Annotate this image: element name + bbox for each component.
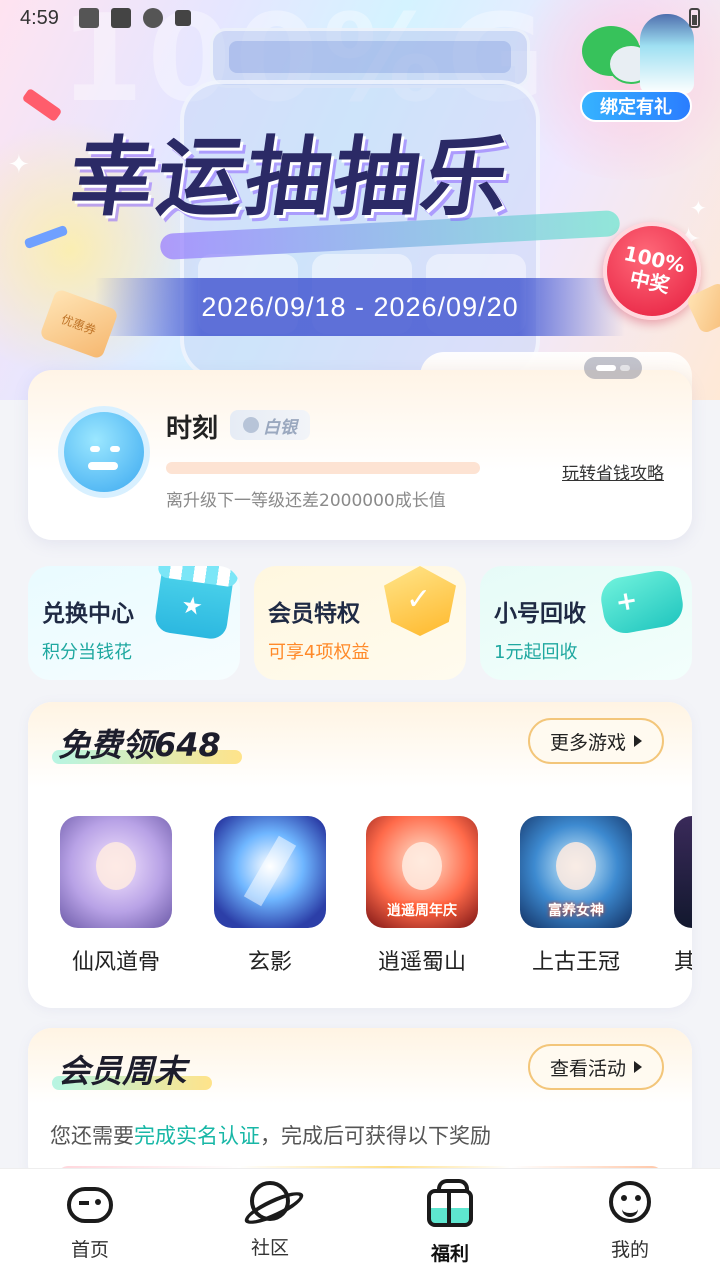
section-header: 会员周末 查看活动 [28, 1028, 692, 1104]
bind-wechat-label: 绑定有礼 [580, 90, 692, 122]
realname-notice: 您还需要完成实名认证，完成后可获得以下奖励 [50, 1120, 491, 1150]
sparkle-icon: ✦ [690, 196, 707, 220]
game-name: 逍遥蜀山 [377, 950, 466, 975]
game-item[interactable]: 富养女神 上古王冠 [520, 816, 632, 976]
quick-card-title: 会员特权 [268, 601, 360, 627]
game-name: 玄影 [247, 950, 292, 975]
game-icon [60, 816, 172, 928]
game-icon [674, 816, 692, 928]
gamepad-icon [597, 567, 687, 637]
quick-card-title: 小号回收 [494, 601, 586, 627]
account-recycle-card[interactable]: 小号回收 1元起回收 [480, 566, 692, 680]
level-label: 白银 [263, 417, 297, 438]
slot-machine-top [210, 28, 530, 88]
aperture-icon [142, 8, 163, 28]
game-item[interactable]: 玄影 [214, 816, 326, 976]
user-name: 时刻 [166, 414, 219, 444]
notice-suffix: ，完成后可获得以下奖励 [260, 1124, 491, 1148]
bottom-tab-bar: 首页 社区 福利 我的 [0, 1168, 720, 1280]
square-icon [110, 8, 131, 28]
growth-progress-text: 离升级下一等级还差2000000成长值 [166, 491, 446, 511]
more-games-button[interactable]: 更多游戏 [527, 718, 664, 764]
tab-welfare[interactable]: 福利 [390, 1179, 510, 1266]
play-arrow-icon [634, 1061, 642, 1073]
game-caption: 富养女神 [548, 903, 604, 919]
game-item[interactable]: 仙风道骨 [60, 816, 172, 976]
tab-mine[interactable]: 我的 [570, 1181, 690, 1262]
level-icon [243, 417, 259, 433]
view-activity-button[interactable]: 查看活动 [527, 1044, 664, 1090]
tab-label: 首页 [70, 1239, 109, 1261]
game-name: 仙风道骨 [71, 950, 160, 975]
gift-icon [427, 1179, 473, 1227]
section-header: 免费领648 更多游戏 [28, 702, 692, 788]
level-badge: 白银 [230, 410, 310, 440]
game-icon [214, 816, 326, 928]
sparkle-icon: ✦ [8, 150, 30, 180]
event-date-range: 2026/09/18 - 2026/09/20 [201, 291, 519, 322]
shop-icon [153, 566, 235, 641]
section-title: 会员周末 [58, 1052, 187, 1090]
realname-verify-link[interactable]: 完成实名认证 [134, 1124, 260, 1148]
tab-label: 福利 [430, 1243, 469, 1265]
a-icon [174, 10, 191, 26]
play-arrow-icon [634, 735, 642, 747]
section-title: 免费领648 [58, 726, 221, 764]
free-648-section: 免费领648 更多游戏 仙风道骨 玄影 逍遥周年庆 逍遥蜀山 富养女神 上古王冠… [28, 702, 692, 1008]
game-caption: 逍遥周年庆 [387, 903, 457, 919]
pager-dot-active [596, 365, 616, 371]
more-games-label: 更多游戏 [549, 731, 626, 754]
exchange-center-card[interactable]: 兑换中心 积分当钱花 [28, 566, 240, 680]
confetti-ribbon [21, 87, 63, 123]
tab-home[interactable]: 首页 [30, 1181, 150, 1262]
notice-prefix: 您还需要 [50, 1124, 134, 1148]
vip-shield-icon [384, 566, 456, 636]
quick-card-title: 兑换中心 [42, 601, 134, 627]
banner-pager [584, 357, 642, 379]
game-item[interactable]: 逍遥周年庆 逍遥蜀山 [366, 816, 478, 976]
banner-title: 幸运抽抽乐 [62, 128, 518, 228]
image-icon [78, 8, 99, 28]
tab-community[interactable]: 社区 [210, 1181, 330, 1260]
game-item[interactable]: 其 [674, 816, 692, 976]
game-icon: 逍遥周年庆 [366, 816, 478, 928]
planet-icon [250, 1181, 290, 1221]
quick-card-subtitle: 积分当钱花 [42, 642, 132, 663]
date-band: 2026/09/18 - 2026/09/20 [95, 278, 625, 336]
avatar[interactable] [58, 406, 150, 498]
game-name: 其 [674, 950, 692, 975]
pager-dot [620, 365, 630, 371]
status-time: 4:59 [20, 6, 59, 29]
view-activity-label: 查看活动 [549, 1057, 626, 1080]
member-privilege-card[interactable]: 会员特权 可享4项权益 [254, 566, 466, 680]
smile-face-icon [609, 1181, 651, 1223]
tab-label: 我的 [610, 1239, 649, 1261]
tab-label: 社区 [250, 1237, 289, 1259]
battery-icon [689, 8, 700, 28]
growth-progress-bar [166, 462, 480, 474]
gamepad-home-icon [67, 1187, 113, 1223]
saving-guide-link[interactable]: 玩转省钱攻略 [562, 459, 664, 484]
game-icon: 富养女神 [520, 816, 632, 928]
game-name: 上古王冠 [531, 950, 620, 975]
game-list[interactable]: 仙风道骨 玄影 逍遥周年庆 逍遥蜀山 富养女神 上古王冠 其 [28, 816, 692, 976]
member-weekend-section: 会员周末 查看活动 您还需要完成实名认证，完成后可获得以下奖励 [28, 1028, 692, 1188]
status-bar: 4:59 [0, 0, 720, 36]
quick-card-subtitle: 1元起回收 [494, 642, 578, 663]
quick-card-subtitle: 可享4项权益 [268, 642, 370, 663]
